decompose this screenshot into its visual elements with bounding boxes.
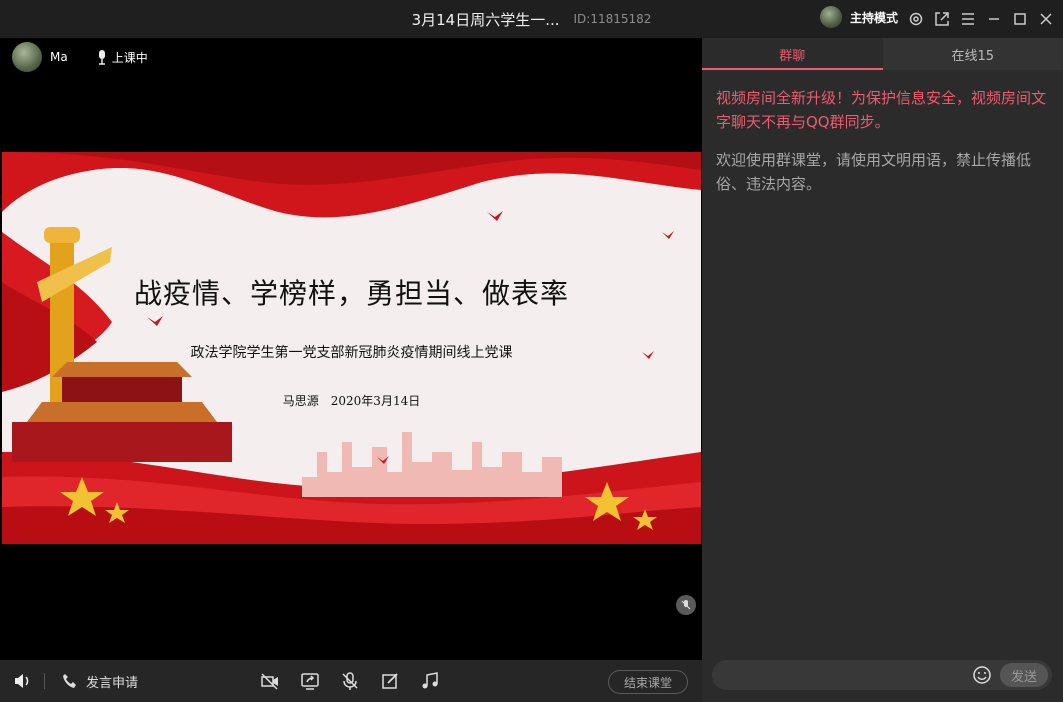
app-window: 3月14日周六学生一... ID:11815182 主持模式 Ma 上课中 战疫…: [0, 0, 1063, 702]
presenter-bar: Ma 上课中: [12, 42, 148, 72]
camera-off-icon[interactable]: [260, 660, 280, 702]
class-status: 上课中: [96, 49, 148, 66]
chat-input-bar: 发送: [712, 660, 1052, 692]
share-icon[interactable]: [931, 8, 953, 30]
video-area[interactable]: Ma 上课中 战疫情、学榜样，勇担当、做表率 政法学院学生第一党支部新冠肺炎疫情…: [0, 38, 702, 660]
maximize-icon[interactable]: [1009, 8, 1031, 30]
screen-share-icon[interactable]: [300, 660, 320, 702]
send-button[interactable]: 发送: [1000, 663, 1048, 687]
toolbar-divider: [44, 673, 45, 689]
host-mode-label: 主持模式: [849, 10, 898, 25]
slide-author-date: 马思源 2020年3月14日: [282, 394, 421, 408]
speaker-icon[interactable]: [12, 660, 32, 702]
close-icon[interactable]: [1035, 8, 1057, 30]
class-status-label: 上课中: [111, 50, 148, 65]
presentation-slide: 战疫情、学榜样，勇担当、做表率 政法学院学生第一党支部新冠肺炎疫情期间线上党课 …: [2, 152, 701, 544]
host-mode[interactable]: 主持模式: [819, 6, 898, 28]
end-class-button[interactable]: 结束课堂: [608, 670, 688, 694]
window-controls: [905, 0, 1057, 38]
music-icon[interactable]: [420, 660, 440, 702]
mic-off-indicator-icon[interactable]: [676, 595, 696, 615]
minimize-icon[interactable]: [983, 8, 1005, 30]
apply-speak-button[interactable]: 发言申请: [60, 660, 138, 702]
panel-tabs: 群聊 在线15: [702, 38, 1063, 70]
tab-online[interactable]: 在线15: [883, 38, 1063, 70]
presenter-avatar: [12, 42, 42, 72]
title-area: 3月14日周六学生一... ID:11815182: [0, 0, 1063, 38]
room-id: ID:11815182: [573, 12, 652, 26]
slide-title: 战疫情、学榜样，勇担当、做表率: [133, 277, 569, 310]
bottom-toolbar: 发言申请: [0, 660, 702, 702]
presenter-name: Ma: [50, 50, 68, 64]
system-notice-welcome: 欢迎使用群课堂，请使用文明用语，禁止传播低俗、违法内容。: [716, 151, 1032, 193]
chat-input[interactable]: [724, 660, 968, 692]
apply-speak-label: 发言申请: [86, 675, 139, 691]
edit-icon[interactable]: [380, 660, 400, 702]
window-title: 3月14日周六学生一...: [411, 10, 560, 29]
system-notice-upgrade: 视频房间全新升级！为保护信息安全，视频房间文字聊天不再与QQ群同步。: [716, 89, 1047, 131]
tab-group-chat[interactable]: 群聊: [702, 38, 883, 70]
emoji-icon[interactable]: [972, 665, 992, 685]
mic-icon: [98, 50, 105, 65]
mic-off-icon[interactable]: [340, 660, 360, 702]
title-bar: 3月14日周六学生一... ID:11815182 主持模式: [0, 0, 1063, 38]
menu-icon[interactable]: [957, 8, 979, 30]
phone-icon: [63, 674, 76, 688]
slide-subtitle: 政法学院学生第一党支部新冠肺炎疫情期间线上党课: [190, 345, 513, 361]
settings-icon[interactable]: [905, 8, 927, 30]
host-avatar: [819, 6, 842, 28]
chat-panel: 群聊 在线15 视频房间全新升级！为保护信息安全，视频房间文字聊天不再与QQ群同…: [702, 38, 1063, 702]
